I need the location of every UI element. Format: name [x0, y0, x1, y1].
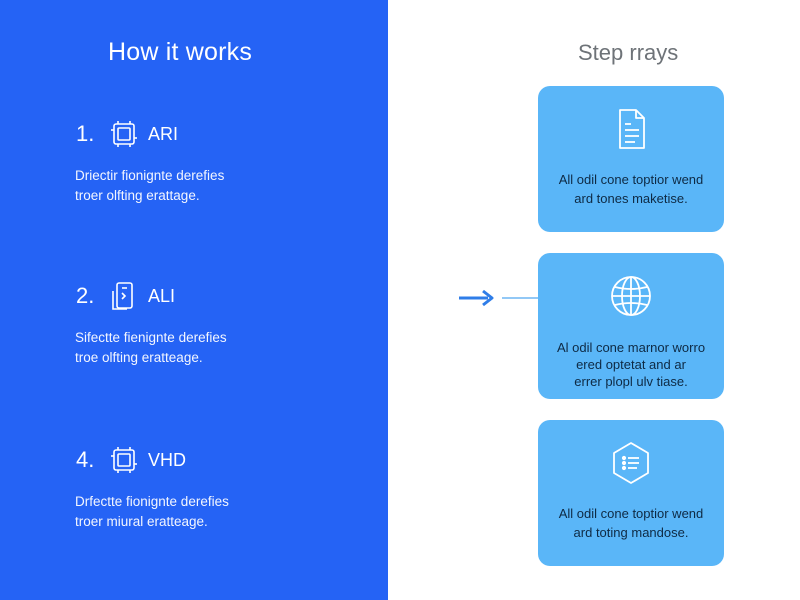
panel-title: How it works [108, 38, 253, 66]
phone-icon [106, 278, 142, 314]
step-description: Sifectte fienignte derefies troe olfting… [75, 328, 335, 368]
step-number: 1. [76, 121, 95, 146]
step-item-1: 1. ARI Driectir fionignte derefies troer… [0, 116, 388, 226]
step-header: 1. ARI [76, 116, 178, 152]
step-description-line: Driectir fionignte derefies [75, 168, 225, 183]
step-description-line: Sifectte fienignte derefies [75, 330, 227, 345]
step-description: Drfectte fionignte derefies troer miural… [75, 492, 335, 532]
step-label: VHD [148, 450, 187, 470]
card-text-line: Al odil cone marnor worro [556, 340, 706, 355]
step-rrays-title: Step rrays [578, 40, 679, 65]
card-text: All odil cone toptior wend ard toting ma… [546, 504, 716, 542]
step-description-line: troe olfting eratteage. [75, 350, 203, 365]
step-card-3[interactable]: All odil cone toptior wend ard toting ma… [538, 420, 724, 566]
step-header: 4. VHD [76, 442, 186, 478]
card-text: All odil cone toptior wend ard tones mak… [546, 170, 716, 208]
globe-icon [538, 271, 724, 321]
document-icon [538, 104, 724, 154]
step-number: 2. [76, 283, 95, 308]
step-item-3: 4. VHD Drfectte fionignte derefies troer… [0, 442, 388, 552]
list-hexagon-icon [538, 438, 724, 488]
step-number: 4. [76, 447, 95, 472]
step-card-1[interactable]: All odil cone toptior wend ard tones mak… [538, 86, 724, 232]
step-description: Driectir fionignte derefies troer olftin… [75, 166, 335, 206]
card-text-line: ered optetat and ar [576, 357, 686, 372]
step-description-line: Drfectte fionignte derefies [75, 494, 229, 509]
how-it-works-panel: How it works 1. ARI Driectir fionignte d… [0, 0, 388, 600]
card-text: Al odil cone marnor worro ered optetat a… [546, 339, 716, 390]
frame-icon [106, 116, 142, 152]
step-description-line: troer olfting erattage. [75, 188, 200, 203]
frame-icon [106, 442, 142, 478]
step-header: 2. ALI [76, 278, 175, 314]
step-description-line: troer miural eratteage. [75, 514, 208, 529]
card-text-line: ard toting mandose. [573, 525, 689, 540]
step-card-2[interactable]: Al odil cone marnor worro ered optetat a… [538, 253, 724, 399]
step-label: ALI [148, 286, 176, 306]
card-text-line: All odil cone toptior wend [558, 506, 704, 521]
step-label: ARI [148, 124, 179, 144]
step-item-2: 2. ALI Sifectte fienignte derefies troe … [0, 278, 388, 388]
card-text-line: ard tones maketise. [574, 191, 688, 206]
card-text-line: All odil cone toptior wend [558, 172, 704, 187]
connector-arrow-icon [458, 288, 540, 308]
card-text-line: errer plopl ulv tiase. [574, 374, 688, 389]
